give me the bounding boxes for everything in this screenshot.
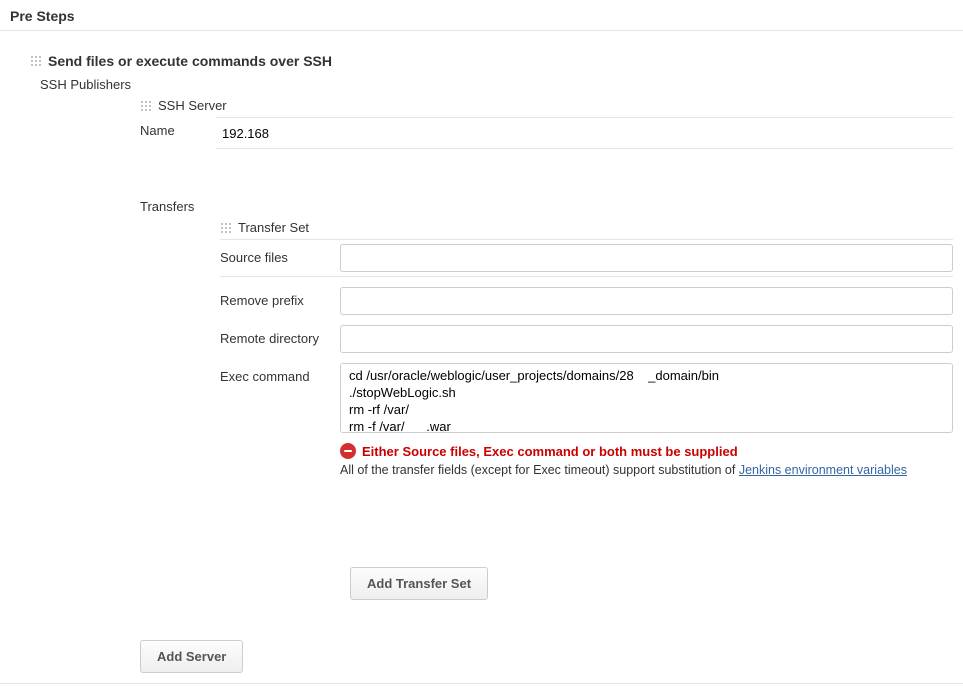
builder-header: Send files or execute commands over SSH xyxy=(30,53,953,69)
name-label: Name xyxy=(140,117,216,149)
add-transfer-set-wrap: Add Transfer Set xyxy=(350,567,953,600)
remove-prefix-label: Remove prefix xyxy=(220,287,340,308)
transfer-set-block: Transfer Set Source files Remove prefix … xyxy=(220,220,953,477)
error-line: Either Source files, Exec command or bot… xyxy=(340,443,953,459)
ssh-server-title: SSH Server xyxy=(158,98,227,113)
add-transfer-set-button[interactable]: Add Transfer Set xyxy=(350,567,488,600)
error-message: Either Source files, Exec command or bot… xyxy=(362,444,738,459)
remote-directory-label: Remote directory xyxy=(220,325,340,346)
exec-command-textarea[interactable] xyxy=(340,363,953,433)
remote-directory-row: Remote directory xyxy=(220,325,953,353)
transfer-set-title: Transfer Set xyxy=(238,220,309,235)
drag-handle-icon[interactable] xyxy=(220,222,232,234)
name-row: Name xyxy=(140,117,953,149)
drag-handle-icon[interactable] xyxy=(140,100,152,112)
env-vars-link[interactable]: Jenkins environment variables xyxy=(739,463,907,477)
exec-command-label: Exec command xyxy=(220,363,340,384)
bottom-divider xyxy=(0,683,963,684)
publishers-label: SSH Publishers xyxy=(40,77,953,92)
ssh-server-header: SSH Server xyxy=(140,98,953,113)
builder-title: Send files or execute commands over SSH xyxy=(48,53,332,69)
exec-command-row: Exec command xyxy=(220,363,953,433)
remove-prefix-input[interactable] xyxy=(340,287,953,315)
drag-handle-icon[interactable] xyxy=(30,55,42,67)
section-title: Pre Steps xyxy=(10,8,75,24)
source-files-input[interactable] xyxy=(340,244,953,272)
add-server-wrap: Add Server xyxy=(140,640,953,673)
transfer-set-header: Transfer Set xyxy=(220,220,953,235)
source-files-row: Source files xyxy=(220,239,953,277)
transfers-label: Transfers xyxy=(140,199,953,214)
hint-text: All of the transfer fields (except for E… xyxy=(340,463,739,477)
hint-line: All of the transfer fields (except for E… xyxy=(340,463,953,477)
remote-directory-input[interactable] xyxy=(340,325,953,353)
source-files-label: Source files xyxy=(220,244,340,265)
error-icon xyxy=(340,443,356,459)
transfers-block: Transfers Transfer Set Source files Remo… xyxy=(140,199,953,600)
section-header: Pre Steps xyxy=(0,0,963,31)
validation-block: Either Source files, Exec command or bot… xyxy=(340,443,953,477)
content-area: Send files or execute commands over SSH … xyxy=(0,31,963,673)
remove-prefix-row: Remove prefix xyxy=(220,287,953,315)
ssh-server-block: SSH Server Name xyxy=(140,98,953,149)
add-server-button[interactable]: Add Server xyxy=(140,640,243,673)
server-name-input[interactable] xyxy=(216,122,953,144)
